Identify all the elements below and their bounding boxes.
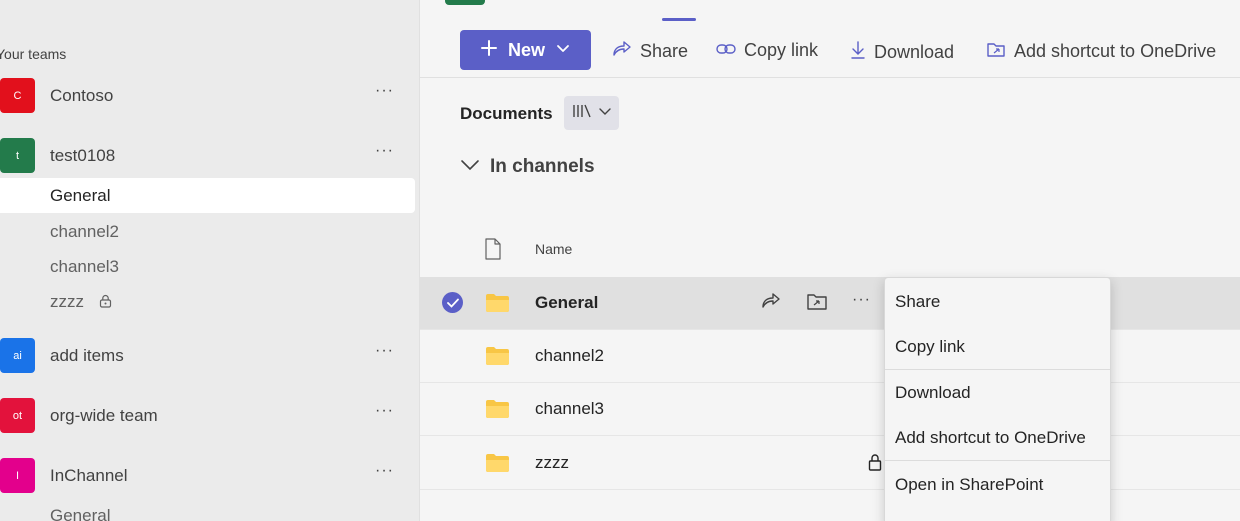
team-org-wide[interactable]: ot org-wide team ··· xyxy=(0,398,410,434)
team-avatar: ai xyxy=(0,338,35,373)
download-button[interactable]: Download xyxy=(850,40,954,65)
chevron-down-icon xyxy=(460,156,480,178)
more-options-button[interactable]: ··· xyxy=(852,291,871,309)
team-contoso[interactable]: C Contoso ··· xyxy=(0,78,410,114)
group-label: In channels xyxy=(490,156,595,177)
share-button[interactable]: Share xyxy=(612,40,688,63)
file-type-icon xyxy=(484,238,502,265)
channel-general-inchannel[interactable]: General xyxy=(0,498,415,521)
folder-icon xyxy=(485,453,510,478)
team-name: test0108 xyxy=(50,146,116,165)
team-avatar: I xyxy=(0,458,35,493)
copy-link-button[interactable]: Copy link xyxy=(716,40,818,61)
column-header-name[interactable]: Name xyxy=(535,241,572,257)
download-label: Download xyxy=(874,42,955,62)
section-label-your-teams: Your teams xyxy=(0,46,67,62)
active-tab-indicator xyxy=(662,18,696,21)
command-bar: New Share Copy link Download Add shortcu… xyxy=(420,22,1240,78)
menu-item-open-sharepoint[interactable]: Open in SharePoint xyxy=(885,462,1110,507)
lock-icon xyxy=(99,285,112,320)
more-options-button[interactable]: ··· xyxy=(375,462,394,480)
channel-channel3[interactable]: channel3 xyxy=(0,249,415,284)
channel-general[interactable]: General xyxy=(0,178,415,213)
team-test0108[interactable]: t test0108 ··· xyxy=(0,138,410,174)
table-row[interactable]: General ··· xyxy=(420,277,1240,330)
table-row[interactable]: channel3 xyxy=(420,383,1240,436)
chevron-down-icon xyxy=(555,40,571,61)
team-name: add items xyxy=(50,346,124,365)
copy-link-label: Copy link xyxy=(744,40,819,60)
files-main-area: New Share Copy link Download Add shortcu… xyxy=(420,0,1240,521)
column-header-row: Name xyxy=(420,228,1240,276)
row-name[interactable]: General xyxy=(535,293,598,313)
channel-channel2[interactable]: channel2 xyxy=(0,214,415,249)
menu-item-share[interactable]: Share xyxy=(885,279,1110,324)
team-add-items[interactable]: ai add items ··· xyxy=(0,338,410,374)
new-button-label: New xyxy=(508,39,546,60)
teams-sidebar: Your teams C Contoso ··· t test0108 ··· … xyxy=(0,0,420,521)
library-view-icon xyxy=(572,103,592,124)
plus-icon xyxy=(480,39,498,62)
lock-icon xyxy=(868,453,882,476)
menu-item-download[interactable]: Download xyxy=(885,370,1110,415)
team-avatar: t xyxy=(0,138,35,173)
share-icon[interactable] xyxy=(760,290,782,317)
menu-divider xyxy=(885,460,1110,461)
channel-zzzz[interactable]: zzzz xyxy=(0,284,415,319)
library-title: Documents xyxy=(460,104,553,123)
view-switcher[interactable] xyxy=(564,96,619,130)
folder-icon xyxy=(485,346,510,371)
team-name: InChannel xyxy=(50,466,128,485)
checkmark-icon[interactable] xyxy=(442,292,463,313)
table-row[interactable]: channel2 xyxy=(420,330,1240,383)
team-avatar: C xyxy=(0,78,35,113)
team-avatar: ot xyxy=(0,398,35,433)
menu-item-add-shortcut[interactable]: Add shortcut to OneDrive xyxy=(885,415,1110,460)
new-button[interactable]: New xyxy=(460,30,591,70)
folder-icon xyxy=(485,399,510,424)
more-options-button[interactable]: ··· xyxy=(375,142,394,160)
channel-label: zzzz xyxy=(50,292,84,311)
chevron-down-icon xyxy=(598,104,612,123)
menu-item-copy-link[interactable]: Copy link xyxy=(885,324,1110,369)
add-shortcut-label: Add shortcut to OneDrive xyxy=(1014,41,1217,61)
team-inchannel[interactable]: I InChannel ··· xyxy=(0,458,410,494)
more-options-button[interactable]: ··· xyxy=(375,342,394,360)
more-options-button[interactable]: ··· xyxy=(375,402,394,420)
more-options-button[interactable]: ··· xyxy=(375,82,394,100)
folder-icon xyxy=(485,293,510,318)
team-name: org-wide team xyxy=(50,406,158,425)
share-label: Share xyxy=(640,41,689,61)
download-icon xyxy=(850,40,866,65)
row-name[interactable]: channel2 xyxy=(535,346,604,366)
row-name[interactable]: zzzz xyxy=(535,453,569,473)
link-icon xyxy=(716,40,736,61)
share-icon xyxy=(612,40,632,63)
shortcut-icon xyxy=(986,40,1006,63)
context-menu: Share Copy link Download Add shortcut to… xyxy=(884,277,1111,521)
add-shortcut-button[interactable]: Add shortcut to OneDrive xyxy=(986,40,1216,63)
team-tab-indicator xyxy=(445,0,485,5)
shortcut-icon[interactable] xyxy=(806,290,828,317)
group-header-in-channels[interactable]: In channels xyxy=(460,156,595,178)
team-name: Contoso xyxy=(50,86,114,105)
table-row[interactable]: zzzz xyxy=(420,437,1240,490)
row-name[interactable]: channel3 xyxy=(535,399,604,419)
